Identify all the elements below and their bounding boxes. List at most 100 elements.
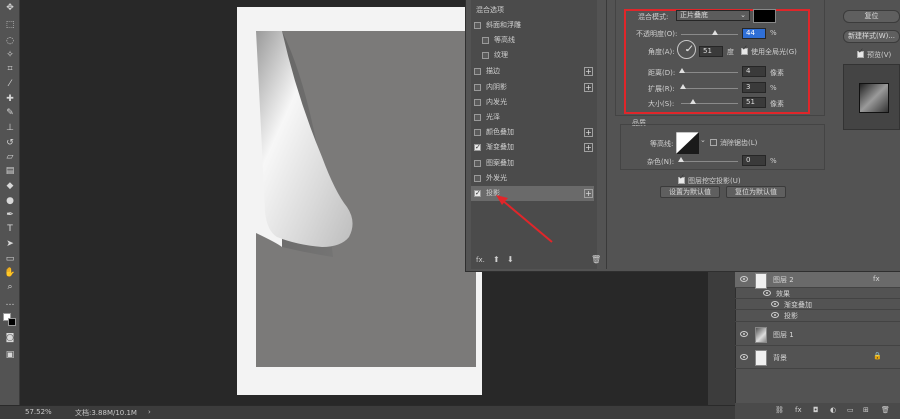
new-layer-icon[interactable]: ⊞ — [863, 406, 869, 414]
crop-tool-icon[interactable]: ⌗ — [3, 64, 17, 75]
anti-alias-checkbox[interactable] — [710, 139, 717, 146]
global-light-checkbox[interactable] — [741, 44, 748, 55]
fx-add-icon[interactable]: fx — [795, 406, 802, 414]
layer-row-4[interactable]: 图层 1 — [735, 324, 900, 346]
style-checkbox[interactable] — [474, 160, 481, 167]
style-item-7[interactable]: 光泽 — [471, 110, 594, 125]
style-checkbox[interactable] — [474, 68, 481, 75]
zoom-tool-icon[interactable]: ⌕ — [3, 282, 17, 293]
angle-input[interactable]: 51 — [699, 46, 723, 57]
layer-row-5[interactable]: 背景 🔒 — [735, 347, 900, 369]
visibility-eye-icon[interactable] — [763, 289, 771, 296]
visibility-eye-icon[interactable] — [771, 312, 779, 318]
stamp-tool-icon[interactable]: ⊥ — [3, 123, 17, 134]
style-checkbox[interactable] — [474, 114, 481, 121]
screen-mode-icon[interactable]: ▣ — [3, 350, 17, 361]
style-item-6[interactable]: 内发光 — [471, 95, 594, 110]
style-item-4[interactable]: 描边 + — [471, 64, 594, 79]
opacity-slider-thumb[interactable] — [712, 30, 718, 35]
layer-fx-indicator[interactable]: fx — [873, 275, 880, 283]
reset-default-button[interactable]: 复位为默认值 — [726, 186, 786, 198]
lasso-tool-icon[interactable]: ◌ — [3, 36, 17, 47]
move-tool-icon[interactable]: ✥ — [3, 3, 17, 14]
add-style-plus-icon[interactable]: + — [584, 128, 593, 137]
add-style-plus-icon[interactable]: + — [584, 67, 593, 76]
add-style-plus-icon[interactable]: + — [584, 83, 593, 92]
more-tools-icon[interactable]: … — [3, 298, 17, 309]
style-checkbox[interactable] — [474, 22, 481, 29]
zoom-level[interactable]: 57.52% — [25, 408, 52, 416]
new-style-button[interactable]: 新建样式(W)... — [843, 30, 900, 43]
dodge-tool-icon[interactable]: ● — [3, 196, 17, 207]
layer-row-1[interactable]: 效果 — [735, 288, 900, 299]
shadow-color-swatch[interactable] — [753, 9, 776, 23]
healing-brush-tool-icon[interactable]: ✚ — [3, 94, 17, 105]
layer-row-0[interactable]: 图层 2 fx — [735, 272, 900, 289]
style-item-5[interactable]: 内阴影 + — [471, 80, 594, 95]
blur-tool-icon[interactable]: ◆ — [3, 181, 17, 192]
opacity-slider-track[interactable] — [681, 34, 738, 35]
adjustment-layer-icon[interactable]: ◐ — [830, 406, 836, 414]
style-checkbox[interactable] — [482, 52, 489, 59]
style-item-0[interactable]: 混合选项 — [471, 3, 594, 18]
eyedropper-tool-icon[interactable]: ⁄ — [3, 79, 17, 90]
style-item-2[interactable]: 等高线 — [471, 33, 594, 48]
style-item-9[interactable]: 渐变叠加 + — [471, 140, 594, 155]
style-item-3[interactable]: 纹理 — [471, 48, 594, 63]
opacity-input[interactable]: 44 — [742, 28, 766, 39]
noise-slider-track[interactable] — [681, 161, 738, 162]
layer-row-3[interactable]: 投影 — [735, 310, 900, 322]
path-selection-tool-icon[interactable]: ➤ — [3, 239, 17, 250]
style-item-8[interactable]: 颜色叠加 + — [471, 125, 594, 140]
new-group-icon[interactable]: ▭ — [847, 406, 854, 414]
add-mask-icon[interactable]: ◘ — [813, 406, 819, 414]
spread-slider-track[interactable] — [681, 88, 738, 89]
contour-preview[interactable] — [676, 132, 699, 154]
style-checkbox[interactable] — [474, 99, 481, 106]
visibility-eye-icon[interactable] — [740, 331, 748, 337]
layer-row-2[interactable]: 渐变叠加 — [735, 299, 900, 310]
style-item-1[interactable]: 斜面和浮雕 — [471, 18, 594, 33]
knockout-checkbox[interactable] — [678, 173, 685, 184]
spread-slider-thumb[interactable] — [680, 84, 686, 89]
status-menu-arrow-icon[interactable]: › — [148, 408, 151, 416]
fx-button[interactable]: fx. — [476, 256, 485, 264]
style-item-10[interactable]: 图案叠加 — [471, 156, 594, 171]
size-slider-thumb[interactable] — [690, 99, 696, 104]
link-layers-icon[interactable]: ⛓ — [775, 406, 784, 414]
delete-style-icon[interactable]: 🗑 — [591, 255, 601, 264]
size-input[interactable]: 51 — [742, 97, 766, 108]
magic-wand-tool-icon[interactable]: ✧ — [3, 50, 17, 61]
gradient-tool-icon[interactable]: ▤ — [3, 166, 17, 177]
quick-mask-icon[interactable]: ◙ — [3, 333, 17, 344]
set-default-button[interactable]: 设置为默认值 — [660, 186, 720, 198]
visibility-eye-icon[interactable] — [771, 300, 779, 307]
distance-input[interactable]: 4 — [742, 66, 766, 77]
background-color-swatch[interactable] — [8, 318, 16, 326]
blend-mode-select[interactable]: 正片叠底 ⌄ — [676, 10, 750, 21]
brush-tool-icon[interactable]: ✎ — [3, 108, 17, 119]
distance-slider-thumb[interactable] — [679, 68, 685, 73]
visibility-eye-icon[interactable] — [740, 354, 748, 360]
pen-tool-icon[interactable]: ✒ — [3, 210, 17, 221]
move-up-icon[interactable]: ⬆ — [493, 255, 500, 264]
add-style-plus-icon[interactable]: + — [584, 143, 593, 152]
eraser-tool-icon[interactable]: ▱ — [3, 152, 17, 163]
style-checkbox[interactable] — [474, 129, 481, 136]
angle-dial[interactable] — [677, 40, 696, 59]
distance-slider-track[interactable] — [681, 72, 738, 73]
add-style-plus-icon[interactable]: + — [584, 189, 593, 198]
reset-button[interactable]: 复位 — [843, 10, 900, 23]
visibility-eye-icon[interactable] — [740, 276, 748, 282]
noise-input[interactable]: 0 — [742, 155, 766, 166]
hand-tool-icon[interactable]: ✋ — [3, 268, 17, 279]
preview-checkbox[interactable] — [857, 47, 864, 58]
style-checkbox[interactable] — [474, 84, 481, 91]
move-down-icon[interactable]: ⬇ — [507, 255, 514, 264]
history-brush-tool-icon[interactable]: ↺ — [3, 138, 17, 149]
marquee-tool-icon[interactable]: ⬚ — [3, 20, 17, 31]
type-tool-icon[interactable]: T — [3, 224, 17, 235]
style-checkbox[interactable] — [474, 140, 481, 155]
contour-dropdown-icon[interactable]: ⌄ — [700, 136, 706, 144]
shape-tool-icon[interactable]: ▭ — [3, 254, 17, 265]
